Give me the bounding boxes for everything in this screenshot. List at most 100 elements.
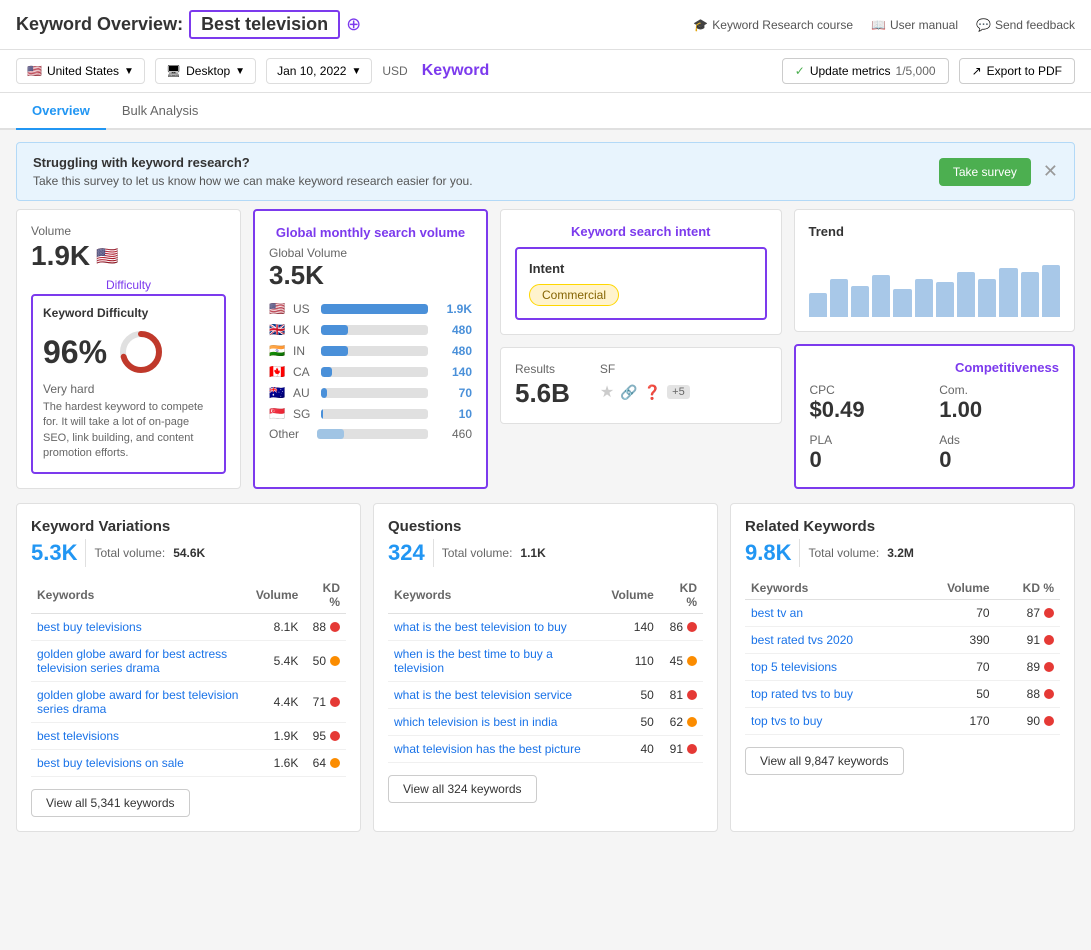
date-selector[interactable]: Jan 10, 2022 ▼ bbox=[266, 58, 372, 84]
send-feedback-link[interactable]: 💬 Send feedback bbox=[976, 18, 1075, 32]
us-code: US bbox=[293, 302, 315, 316]
device-selector[interactable]: 🖥 Desktop ▼ bbox=[155, 58, 256, 84]
tabs-container: Overview Bulk Analysis bbox=[0, 93, 1091, 130]
keyword-cell[interactable]: what is the best television to buy bbox=[388, 614, 605, 641]
volume-cell: 4.4K bbox=[250, 682, 304, 723]
keyword-research-link[interactable]: 🎓 Keyword Research course bbox=[693, 18, 853, 32]
banner-actions: Take survey ✕ bbox=[939, 158, 1058, 186]
volume-cell: 50 bbox=[605, 682, 659, 709]
table-row: what is the best television to buy 140 8… bbox=[388, 614, 703, 641]
table-row: when is the best time to buy a televisio… bbox=[388, 641, 703, 682]
rk-col-kd: KD % bbox=[996, 577, 1060, 600]
view-all-kv-button[interactable]: View all 5,341 keywords bbox=[31, 789, 190, 817]
sg-count: 10 bbox=[434, 407, 472, 421]
trend-bar-10 bbox=[999, 268, 1017, 317]
kv-header: Keyword Variations 5.3K Total volume: 54… bbox=[31, 518, 346, 567]
cpc-item: CPC $0.49 bbox=[810, 383, 930, 423]
keyword-cell[interactable]: best buy televisions on sale bbox=[31, 750, 250, 777]
keyword-cell[interactable]: what is the best television service bbox=[388, 682, 605, 709]
volume-cell: 5.4K bbox=[250, 641, 304, 682]
keyword-cell[interactable]: top rated tvs to buy bbox=[745, 681, 915, 708]
volume-cell: 140 bbox=[605, 614, 659, 641]
header-keyword: Best television bbox=[189, 10, 340, 39]
volume-cell: 40 bbox=[605, 736, 659, 763]
kd-cell: 71 bbox=[304, 682, 346, 723]
us-flag-icon: 🇺🇸 bbox=[27, 64, 42, 78]
view-all-q-button[interactable]: View all 324 keywords bbox=[388, 775, 537, 803]
difficulty-top: 96% bbox=[43, 328, 214, 376]
user-manual-link[interactable]: 📖 User manual bbox=[871, 18, 958, 32]
rk-meta: 9.8K Total volume: 3.2M bbox=[745, 539, 1060, 567]
trend-bar-4 bbox=[872, 275, 890, 317]
export-icon: ↗ bbox=[972, 64, 982, 78]
kv-col-kd: KD % bbox=[304, 577, 346, 614]
view-all-rk-button[interactable]: View all 9,847 keywords bbox=[745, 747, 904, 775]
ads-label: Ads bbox=[939, 433, 1059, 447]
us-flag-small: 🇺🇸 bbox=[96, 246, 118, 267]
keyword-cell[interactable]: golden globe award for best television s… bbox=[31, 682, 250, 723]
q-table: Keywords Volume KD % what is the best te… bbox=[388, 577, 703, 763]
trend-card: Trend bbox=[794, 209, 1076, 332]
kd-cell: 87 bbox=[996, 600, 1060, 627]
update-metrics-button[interactable]: ✓ Update metrics 1/5,000 bbox=[782, 58, 949, 84]
intent-results-column: Keyword search intent Intent Commercial … bbox=[500, 209, 782, 489]
volume-value: 1.9K 🇺🇸 bbox=[31, 240, 226, 272]
keyword-cell[interactable]: golden globe award for best actress tele… bbox=[31, 641, 250, 682]
rk-col-keywords: Keywords bbox=[745, 577, 915, 600]
trend-bar-5 bbox=[893, 289, 911, 317]
bottom-row: Keyword Variations 5.3K Total volume: 54… bbox=[16, 503, 1075, 832]
pla-item: PLA 0 bbox=[810, 433, 930, 473]
toolbar: 🇺🇸 United States ▼ 🖥 Desktop ▼ Jan 10, 2… bbox=[0, 50, 1091, 93]
link-icon: 🔗 bbox=[620, 384, 637, 401]
ca-flag: 🇨🇦 bbox=[269, 364, 287, 380]
keyword-cell[interactable]: best tv an bbox=[745, 600, 915, 627]
ads-value: 0 bbox=[939, 447, 1059, 473]
keyword-cell[interactable]: which television is best in india bbox=[388, 709, 605, 736]
tab-bulk-analysis[interactable]: Bulk Analysis bbox=[106, 93, 215, 130]
au-code: AU bbox=[293, 386, 315, 400]
currency-label: USD bbox=[382, 64, 407, 78]
competitiveness-card: Competitiveness CPC $0.49 Com. 1.00 PLA … bbox=[794, 344, 1076, 489]
keyword-cell[interactable]: best buy televisions bbox=[31, 614, 250, 641]
kd-cell: 62 bbox=[660, 709, 703, 736]
kd-cell: 88 bbox=[304, 614, 346, 641]
volume-cell: 170 bbox=[915, 708, 996, 735]
keyword-cell[interactable]: when is the best time to buy a televisio… bbox=[388, 641, 605, 682]
bar-au bbox=[321, 388, 428, 398]
country-selector[interactable]: 🇺🇸 United States ▼ bbox=[16, 58, 145, 84]
rk-title: Related Keywords bbox=[745, 518, 1060, 535]
export-pdf-button[interactable]: ↗ Export to PDF bbox=[959, 58, 1075, 84]
kv-table: Keywords Volume KD % best buy television… bbox=[31, 577, 346, 777]
tab-overview[interactable]: Overview bbox=[16, 93, 106, 130]
questions-section: Questions 324 Total volume: 1.1K Keyword… bbox=[373, 503, 718, 832]
table-row: golden globe award for best actress tele… bbox=[31, 641, 346, 682]
check-icon: ✓ bbox=[795, 64, 805, 78]
country-row-in: 🇮🇳 IN 480 bbox=[269, 343, 472, 359]
keyword-cell[interactable]: best rated tvs 2020 bbox=[745, 627, 915, 654]
header-title-prefix: Keyword Overview: bbox=[16, 14, 183, 35]
in-code: IN bbox=[293, 344, 315, 358]
q-total-label: Total volume: bbox=[442, 546, 513, 560]
close-banner-button[interactable]: ✕ bbox=[1043, 161, 1058, 182]
trend-chart bbox=[809, 247, 1061, 317]
bar-sg bbox=[321, 409, 428, 419]
kv-title: Keyword Variations bbox=[31, 518, 346, 535]
keyword-variations-section: Keyword Variations 5.3K Total volume: 54… bbox=[16, 503, 361, 832]
trend-bar-11 bbox=[1021, 272, 1039, 318]
country-row-ca: 🇨🇦 CA 140 bbox=[269, 364, 472, 380]
keyword-cell[interactable]: top 5 televisions bbox=[745, 654, 915, 681]
keyword-cell[interactable]: top tvs to buy bbox=[745, 708, 915, 735]
volume-card: Volume 1.9K 🇺🇸 Difficulty Keyword Diffic… bbox=[16, 209, 241, 489]
keyword-cell[interactable]: what television has the best picture bbox=[388, 736, 605, 763]
add-keyword-icon[interactable]: ⊕ bbox=[346, 14, 361, 35]
kd-cell: 86 bbox=[660, 614, 703, 641]
q-total-volume: 1.1K bbox=[520, 546, 545, 560]
other-count: 460 bbox=[434, 427, 472, 441]
keyword-cell[interactable]: best televisions bbox=[31, 723, 250, 750]
kd-cell: 64 bbox=[304, 750, 346, 777]
toolbar-right: ✓ Update metrics 1/5,000 ↗ Export to PDF bbox=[782, 58, 1075, 84]
country-row-us: 🇺🇸 US 1.9K bbox=[269, 301, 472, 317]
results-content: Results 5.6B SF ★ 🔗 ❓ +5 bbox=[515, 362, 767, 409]
cpc-value: $0.49 bbox=[810, 397, 930, 423]
take-survey-button[interactable]: Take survey bbox=[939, 158, 1031, 186]
